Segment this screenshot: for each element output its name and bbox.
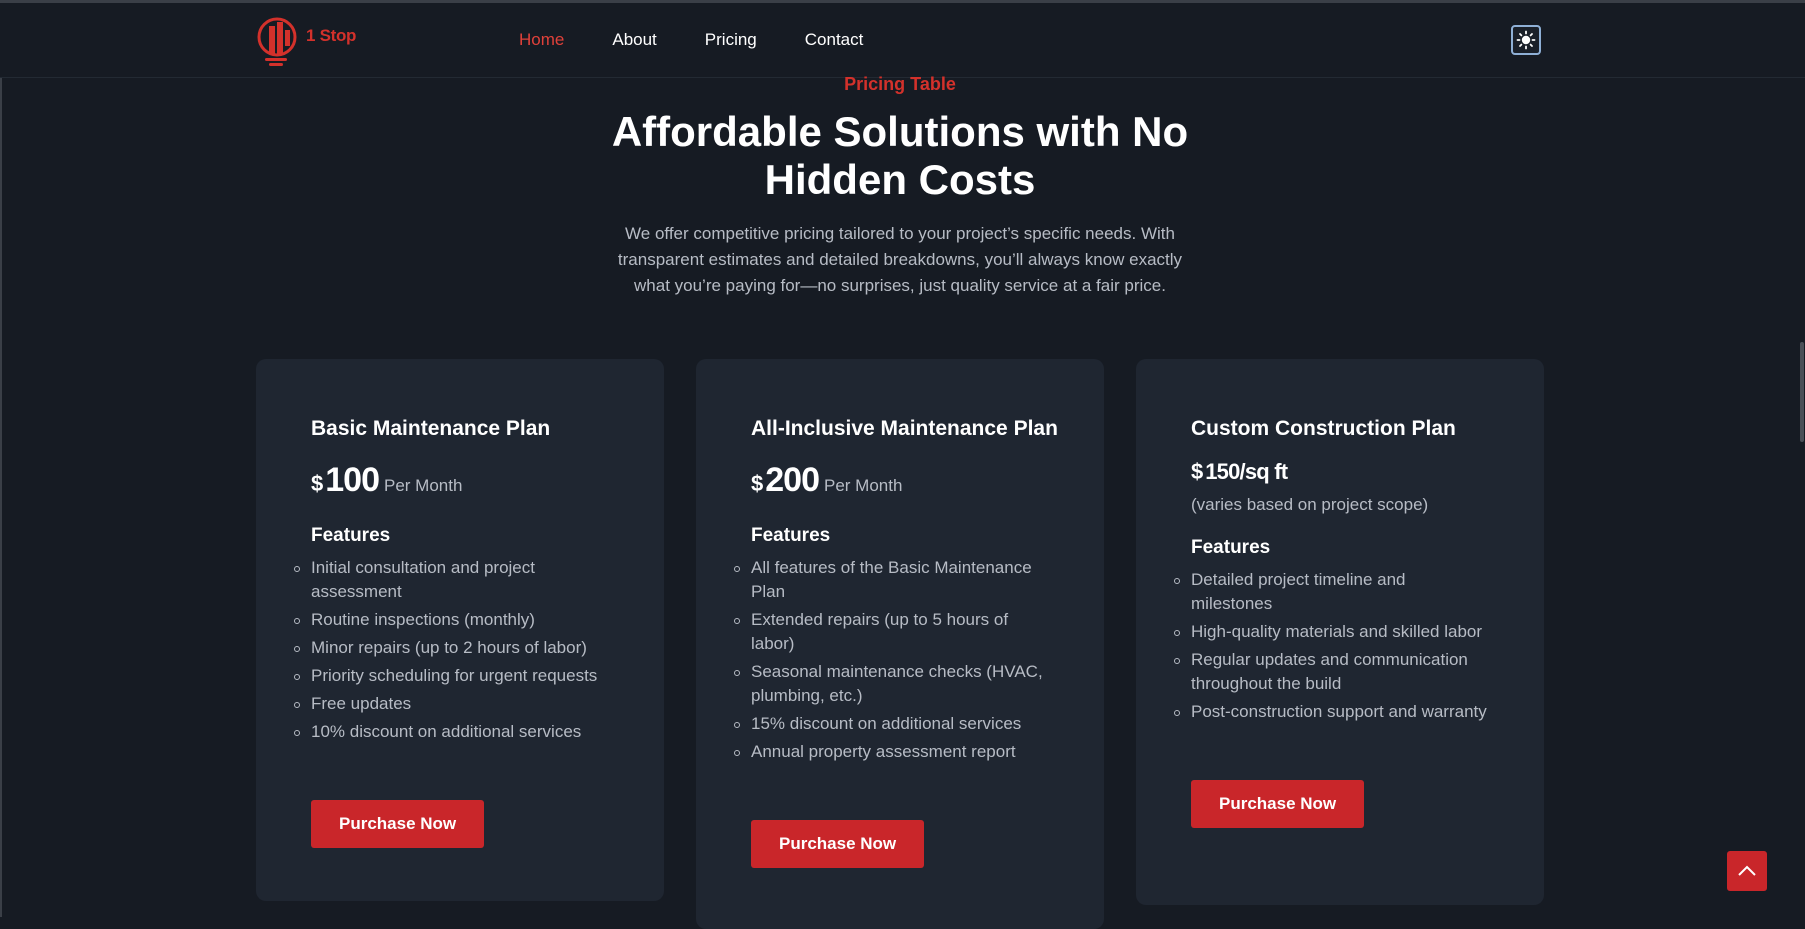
features-list: Initial consultation and project assessm…	[294, 556, 609, 744]
features-list: All features of the Basic Maintenance Pl…	[734, 556, 1049, 764]
feature-item: Priority scheduling for urgent requests	[294, 664, 609, 688]
price-amount: 100	[325, 461, 380, 499]
nav-contact[interactable]: Contact	[805, 30, 864, 50]
nav-home[interactable]: Home	[519, 30, 564, 50]
features-heading: Features	[751, 525, 831, 546]
feature-item: Initial consultation and project assessm…	[294, 556, 609, 604]
building-logo-icon	[257, 17, 297, 66]
feature-item: Routine inspections (monthly)	[294, 608, 609, 632]
brand-logo[interactable]: 1 Stop	[256, 12, 356, 68]
feature-item: 10% discount on additional services	[294, 720, 609, 744]
price-period: Per Month	[383, 476, 463, 495]
price-note: (varies based on project scope)	[1191, 495, 1429, 514]
feature-item: Seasonal maintenance checks (HVAC, plumb…	[734, 660, 1049, 708]
feature-item: Extended repairs (up to 5 hours of labor…	[734, 608, 1049, 656]
price-currency: $	[1191, 459, 1204, 484]
feature-item: Detailed project timeline and milestones	[1174, 568, 1489, 616]
back-to-top-button[interactable]	[1727, 851, 1767, 891]
price-currency: $	[751, 471, 764, 496]
sun-icon	[1516, 30, 1536, 50]
pricing-card-custom-construction: Custom Construction Plan $ 150/sq ft (va…	[1136, 359, 1544, 905]
feature-item: All features of the Basic Maintenance Pl…	[734, 556, 1049, 604]
plan-price: $ 200 Per Month	[751, 461, 1049, 505]
purchase-now-button[interactable]: Purchase Now	[751, 820, 925, 868]
brand-name: 1 Stop	[306, 26, 357, 45]
price-amount: 150/sq ft	[1205, 459, 1288, 484]
plan-title: Basic Maintenance Plan	[311, 417, 551, 440]
price-period: Per Month	[823, 476, 903, 495]
window-left-border	[0, 0, 2, 917]
feature-item: Post-construction support and warranty	[1174, 700, 1489, 724]
purchase-now-button[interactable]: Purchase Now	[1191, 780, 1365, 828]
price-amount: 200	[765, 461, 820, 499]
plan-title: Custom Construction Plan	[1191, 417, 1456, 440]
feature-item: High-quality materials and skilled labor	[1174, 620, 1489, 644]
feature-item: Free updates	[294, 692, 609, 716]
pricing-card-basic: Basic Maintenance Plan $ 100 Per Month F…	[256, 359, 664, 901]
section-intro: We offer competitive pricing tailored to…	[617, 224, 1183, 295]
nav-about[interactable]: About	[612, 30, 656, 50]
plan-title: All-Inclusive Maintenance Plan	[751, 417, 1058, 440]
price-currency: $	[311, 471, 324, 496]
theme-toggle-button[interactable]	[1511, 25, 1541, 55]
section-eyebrow: Pricing Table	[844, 74, 956, 94]
plan-price: $ 150/sq ft	[1191, 459, 1489, 493]
nav-pricing[interactable]: Pricing	[705, 30, 757, 50]
features-list: Detailed project timeline and milestones…	[1174, 568, 1489, 724]
site-header: 1 Stop Home About Pricing Contact	[0, 3, 1805, 78]
feature-item: Minor repairs (up to 2 hours of labor)	[294, 636, 609, 660]
main-nav: Home About Pricing Contact	[519, 30, 911, 50]
chevron-up-icon	[1738, 865, 1756, 876]
feature-item: 15% discount on additional services	[734, 712, 1049, 736]
features-heading: Features	[311, 525, 391, 546]
features-heading: Features	[1191, 537, 1271, 558]
feature-item: Regular updates and communication throug…	[1174, 648, 1489, 696]
page-scrollbar[interactable]	[1800, 342, 1804, 442]
purchase-now-button[interactable]: Purchase Now	[311, 800, 485, 848]
page-title: Affordable Solutions with No Hidden Cost…	[611, 108, 1189, 203]
pricing-card-all-inclusive: All-Inclusive Maintenance Plan $ 200 Per…	[696, 359, 1104, 929]
plan-price: $ 100 Per Month	[311, 461, 609, 505]
feature-item: Annual property assessment report	[734, 740, 1049, 764]
